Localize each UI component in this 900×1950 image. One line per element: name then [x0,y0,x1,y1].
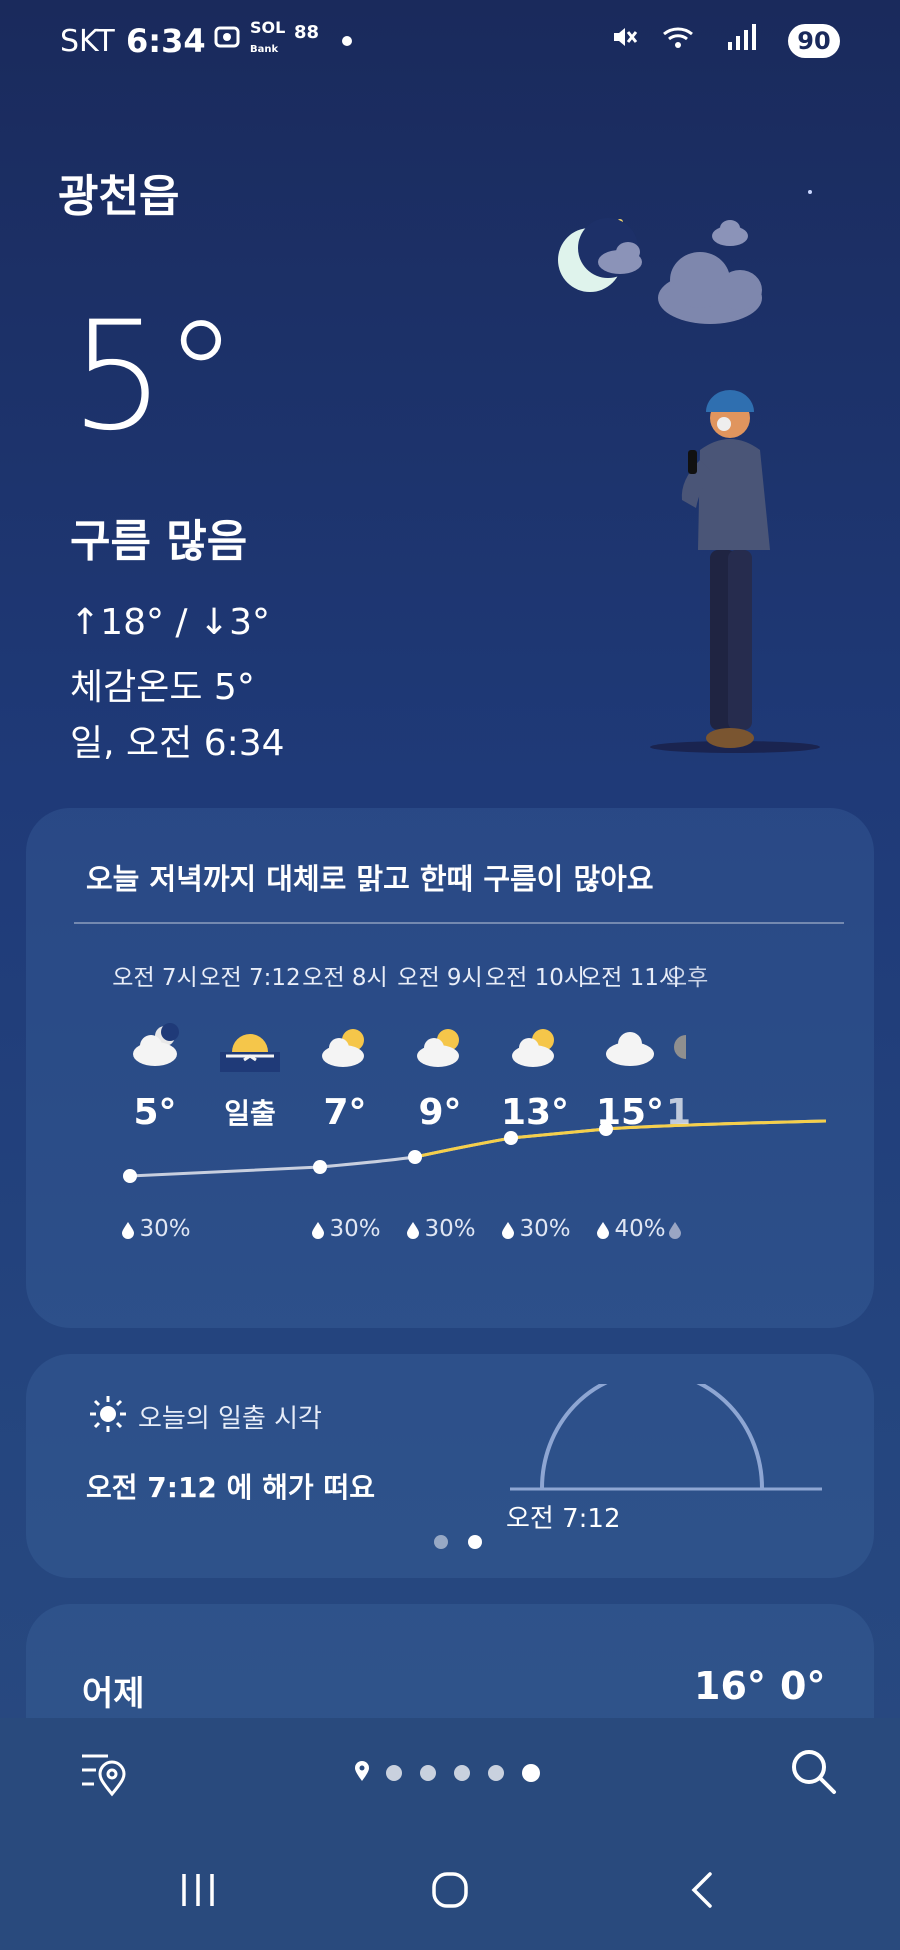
current-temperature: 5° [70,290,238,464]
app-icon: 88 [294,22,320,43]
page-dot[interactable] [488,1765,504,1781]
precip-value: 30% [139,1216,191,1242]
carrier-label: SKT [60,24,115,59]
drop-icon [669,1221,681,1239]
forecast-summary: 오늘 저녁까지 대체로 맑고 한때 구름이 많아요 [86,862,654,896]
page-dot-active[interactable] [468,1535,482,1549]
divider [74,922,844,924]
recent-apps-button[interactable] [178,1870,218,1914]
stars [617,190,812,225]
drop-icon [122,1221,135,1239]
location-name[interactable]: 광천읍 [58,160,179,224]
person [650,390,820,753]
precip-value: 30% [424,1216,476,1242]
battery-indicator: 90 [788,24,840,58]
hour-temp: 1 [666,1092,692,1133]
screenshot-icon [212,22,242,58]
feels-like-temperature: 체감온도 5° [70,667,255,708]
mute-icon [610,22,640,58]
home-button[interactable] [430,1870,470,1914]
precip-item: 30% [96,1216,214,1242]
card-page-indicator[interactable] [424,1534,492,1553]
sun-arc [510,1384,822,1491]
drop-icon [407,1221,420,1239]
page-dot-active[interactable] [522,1764,540,1782]
sunrise-time-label: 오전 7:12 [506,1504,621,1534]
hourly-scroll[interactable]: 오전 7시 5° 오전 7:12 일출 오전 8시 7° 오전 9시 9° 오전… [26,958,826,1328]
location-page-indicator[interactable] [353,1760,549,1786]
drop-icon [597,1221,610,1239]
yesterday-low: 0° [780,1664,826,1708]
page-dot[interactable] [454,1765,470,1781]
weather-condition: 구름 많음 [70,516,248,567]
page-dot[interactable] [434,1535,448,1549]
partial-icon [666,1012,726,1082]
weather-illustration [558,190,820,753]
signal-icon [724,22,760,58]
hour-time: 오후 [666,965,709,991]
search-icon[interactable] [788,1746,838,1800]
yesterday-label: 어제 [82,1674,145,1714]
precip-value: 30% [519,1216,571,1242]
page-dot[interactable] [420,1765,436,1781]
drop-icon [312,1221,325,1239]
hourly-forecast-card[interactable]: 오늘 저녁까지 대체로 맑고 한때 구름이 많아요 오전 7시 5° 오전 7:… [26,808,874,1328]
sunrise-card[interactable]: 오늘의 일출 시각 오전 7:12 에 해가 떠요 오전 7:12 [26,1354,874,1578]
sol-bank-icon: SOL Bank [250,18,286,55]
dot-icon [342,36,352,46]
bottom-bar [0,1718,900,1950]
location-pin-icon[interactable] [353,1760,371,1786]
graph-point [313,1160,327,1174]
back-button[interactable] [686,1870,716,1914]
graph-point [408,1150,422,1164]
high-low-temperature: ↑18° / ↓3° [70,602,271,643]
precip-value: 40% [614,1216,666,1242]
status-bar: SKT 6:34 SOL Bank 88 90 [60,18,840,68]
yesterday-card[interactable]: 어제 16° 0° [26,1604,874,1724]
drop-icon [502,1221,515,1239]
location-list-icon[interactable] [78,1748,128,1802]
page-dot[interactable] [386,1765,402,1781]
precip-value: 30% [329,1216,381,1242]
status-time: 6:34 [126,22,206,60]
yesterday-high: 16° [694,1664,766,1708]
precip-item [666,1216,696,1242]
graph-point [123,1169,137,1183]
sun-icon [88,1394,128,1438]
graph-point [504,1131,518,1145]
sunrise-title: 오늘의 일출 시각 [138,1404,322,1434]
hour-item[interactable]: 오후 1 [666,958,726,1133]
sunrise-message: 오전 7:12 에 해가 떠요 [86,1471,375,1504]
wifi-icon [660,22,700,58]
current-datetime: 일, 오전 6:34 [70,723,285,764]
